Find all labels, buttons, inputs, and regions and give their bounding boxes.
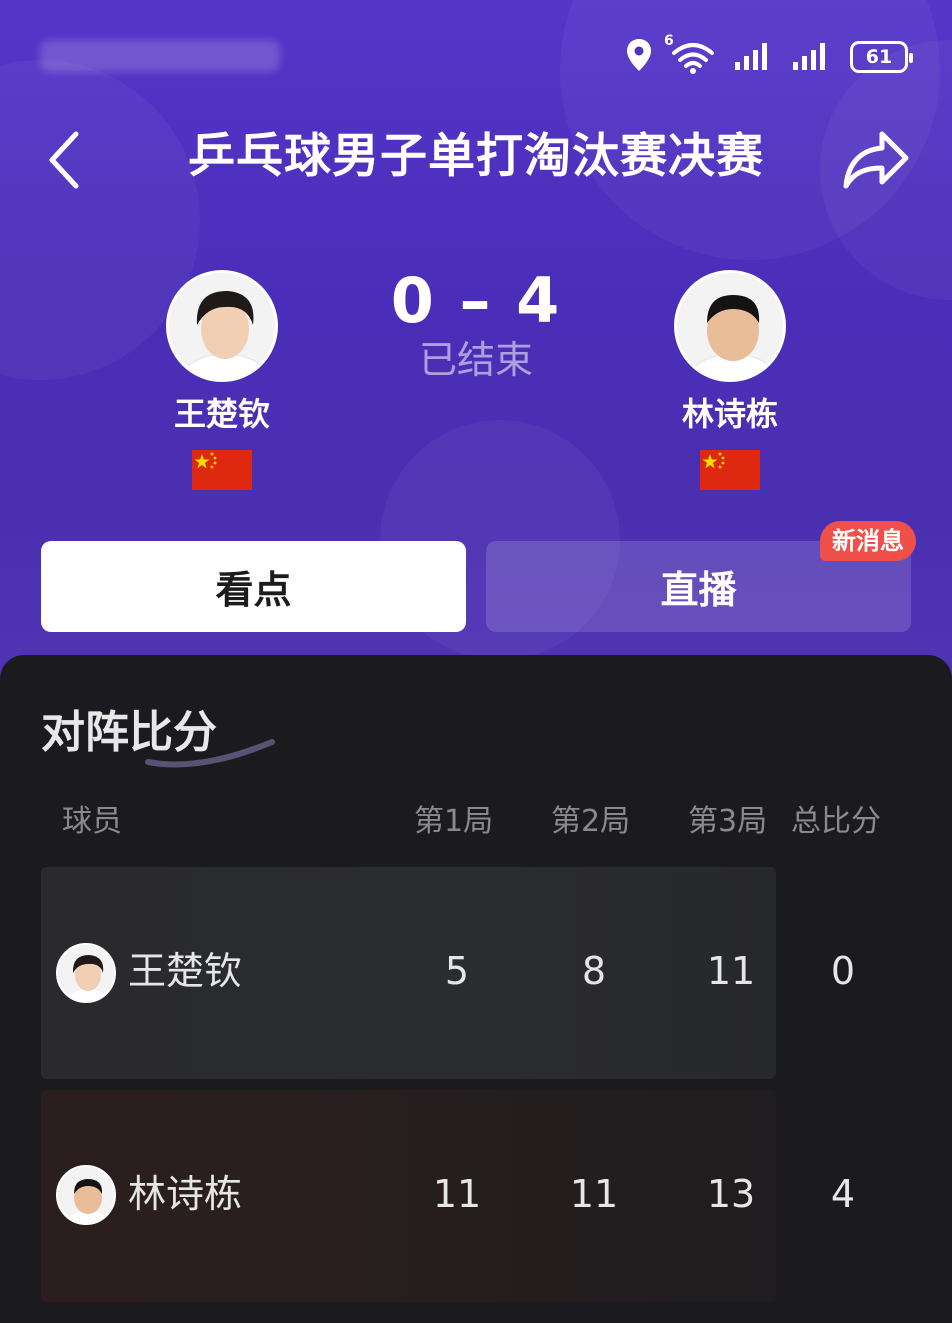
china-flag-icon <box>192 450 252 490</box>
signal-icon <box>792 40 832 74</box>
avatar <box>56 1165 116 1225</box>
row-set2-score: 11 <box>569 1172 619 1216</box>
player-left[interactable]: 王楚钦 <box>122 270 322 490</box>
match-score: 0 – 4 <box>390 264 562 337</box>
column-header-set2: 第2局 <box>551 804 631 839</box>
status-bar: 6 61 <box>0 0 952 110</box>
row-set3-score: 13 <box>706 1172 756 1216</box>
new-message-badge: 新消息 <box>820 521 916 561</box>
row-set1-score: 5 <box>444 949 470 993</box>
row-player-name: 王楚钦 <box>128 949 243 993</box>
match-header: 6 61 乒乓球男子单打淘汰赛决赛 王楚钦 0 – 4 已结束 林诗栋 看点 直… <box>0 0 952 680</box>
wifi-icon: 6 <box>664 33 716 75</box>
column-header-total: 总比分 <box>791 804 881 839</box>
row-total-score: 0 <box>830 949 856 993</box>
row-total-score: 4 <box>830 1172 856 1216</box>
battery-icon: 61 <box>850 41 913 73</box>
player-right[interactable]: 林诗栋 <box>630 270 830 490</box>
status-time-blurred <box>40 40 280 72</box>
tab-highlights[interactable]: 看点 <box>41 541 466 632</box>
column-header-set3: 第3局 <box>688 804 768 839</box>
row-player-name: 林诗栋 <box>128 1172 243 1216</box>
location-icon <box>626 38 652 76</box>
china-flag-icon <box>700 450 760 490</box>
row-set2-score: 8 <box>581 949 607 993</box>
avatar <box>56 943 116 1003</box>
share-icon <box>843 131 909 189</box>
wifi-badge: 6 <box>664 33 674 49</box>
page-title: 乒乓球男子单打淘汰赛决赛 <box>188 129 764 184</box>
row-set3-score: 11 <box>706 949 756 993</box>
player-name: 王楚钦 <box>173 395 270 433</box>
player-name: 林诗栋 <box>681 395 778 433</box>
title-underline-decoration <box>145 739 275 768</box>
battery-level: 61 <box>865 46 893 68</box>
signal-icon <box>734 40 774 74</box>
avatar[interactable] <box>674 270 786 382</box>
avatar[interactable] <box>166 270 278 382</box>
column-header-player: 球员 <box>62 804 122 839</box>
match-status: 已结束 <box>418 338 533 382</box>
share-button[interactable] <box>838 126 914 192</box>
column-header-set1: 第1局 <box>414 804 494 839</box>
row-set1-score: 11 <box>432 1172 482 1216</box>
